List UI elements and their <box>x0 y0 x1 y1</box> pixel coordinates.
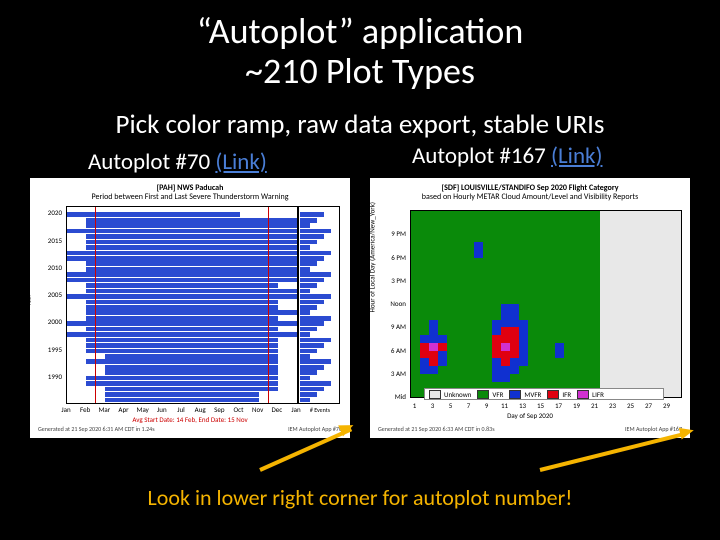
chart70-side-histogram <box>298 206 340 404</box>
chart70-footer-left: Generated at 21 Sep 2020 6:31 AM CDT in … <box>38 425 155 433</box>
chart70-plot-area <box>66 206 298 404</box>
callout-text: Look in lower right corner for autoplot … <box>0 484 720 511</box>
chart167-ylabel: Hour of Local Day (America/New_York) <box>368 202 377 313</box>
chart70-ylabel: Year <box>24 294 33 306</box>
chart167-plot-area <box>410 210 682 398</box>
title-line-2: ~210 Plot Types <box>245 49 475 93</box>
autoplot-167-link[interactable]: (Link) <box>551 142 602 170</box>
autoplot-70-link[interactable]: (Link) <box>215 148 266 176</box>
left-chart-label: Autoplot #70 (Link) <box>88 148 267 176</box>
autoplot-167-chart: [SDF] LOUISVILLE/STANDIFO Sep 2020 Fligh… <box>370 178 690 438</box>
chart70-side-xlabel: # Events <box>300 406 340 414</box>
autoplot-70-chart: [PAH] NWS Paducah Period between First a… <box>30 178 350 438</box>
chart167-legend: UnknownVFRMVFRIFRLIFR <box>424 388 664 400</box>
chart70-footer-red: Avg Start Date: 14 Feb, End Date: 15 Nov <box>34 415 346 424</box>
chart167-xlabel: Day of Sep 2020 <box>374 411 686 420</box>
chart167-footer-left: Generated at 21 Sep 2020 6:33 AM CDT in … <box>378 425 495 433</box>
slide-title: “Autoplot” application ~210 Plot Types <box>0 12 720 91</box>
arrow-right-head <box>679 424 695 439</box>
slide-subtitle: Pick color ramp, raw data export, stable… <box>0 108 720 141</box>
chart70-title: [PAH] NWS Paducah Period between First a… <box>34 184 346 202</box>
chart167-footer-right: IEM Autoplot App #167 <box>625 425 682 433</box>
title-line-1: “Autoplot” application <box>197 9 524 53</box>
right-chart-label: Autoplot #167 (Link) <box>412 142 602 170</box>
chart167-title: [SDF] LOUISVILLE/STANDIFO Sep 2020 Fligh… <box>374 184 686 202</box>
chart70-footer-right: IEM Autoplot App #70 <box>288 425 342 433</box>
